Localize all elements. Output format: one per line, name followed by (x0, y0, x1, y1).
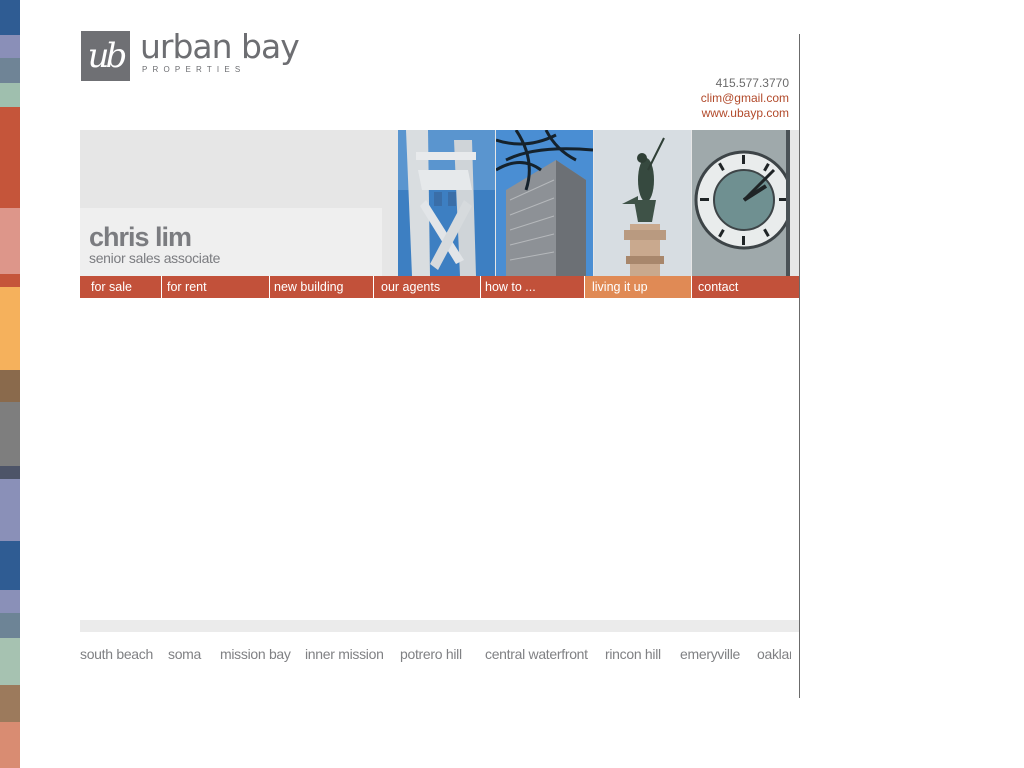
nav-how-to[interactable]: how to ... (480, 276, 584, 298)
main-nav: for sale for rent new building our agent… (80, 276, 799, 298)
contact-info: 415.577.3770 clim@gmail.com www.ubayp.co… (701, 76, 789, 121)
agent-name: chris lim (89, 222, 192, 252)
clock-photo (692, 130, 790, 276)
nav-for-sale[interactable]: for sale (80, 276, 161, 298)
nav-living-it-up[interactable]: living it up (584, 276, 691, 298)
nav-our-agents[interactable]: our agents (373, 276, 480, 298)
area-link[interactable]: inner mission (305, 646, 384, 662)
area-link[interactable]: soma (168, 646, 201, 662)
agent-title: senior sales associate (89, 250, 221, 266)
email-link[interactable]: clim@gmail.com (701, 91, 789, 106)
area-link[interactable]: south beach (80, 646, 153, 662)
website-link[interactable]: www.ubayp.com (701, 106, 789, 121)
statue-photo (594, 130, 691, 276)
logo-mark: ub (81, 31, 130, 81)
footer-divider (80, 620, 799, 632)
area-link[interactable]: mission bay (220, 646, 291, 662)
nav-contact[interactable]: contact (691, 276, 799, 298)
logo-subtitle: PROPERTIES (142, 65, 246, 74)
area-link[interactable]: rincon hill (605, 646, 661, 662)
skyscraper-photo (496, 130, 593, 276)
nav-for-rent[interactable]: for rent (161, 276, 269, 298)
area-link[interactable]: emeryville (680, 646, 740, 662)
agent-name-panel: chris lim senior sales associate (80, 208, 382, 276)
content-divider (799, 34, 800, 698)
neighborhood-links: south beach soma mission bay inner missi… (80, 646, 791, 666)
bridge-photo (398, 130, 495, 276)
header-banner: chris lim senior sales associate (80, 130, 799, 276)
area-link[interactable]: oaklar (757, 646, 791, 662)
color-stripe (0, 0, 20, 768)
area-link[interactable]: potrero hill (400, 646, 462, 662)
nav-new-building[interactable]: new building (269, 276, 373, 298)
area-link[interactable]: central waterfront (485, 646, 588, 662)
phone-number: 415.577.3770 (715, 76, 789, 90)
logo-wordmark: urban bay (140, 27, 300, 66)
